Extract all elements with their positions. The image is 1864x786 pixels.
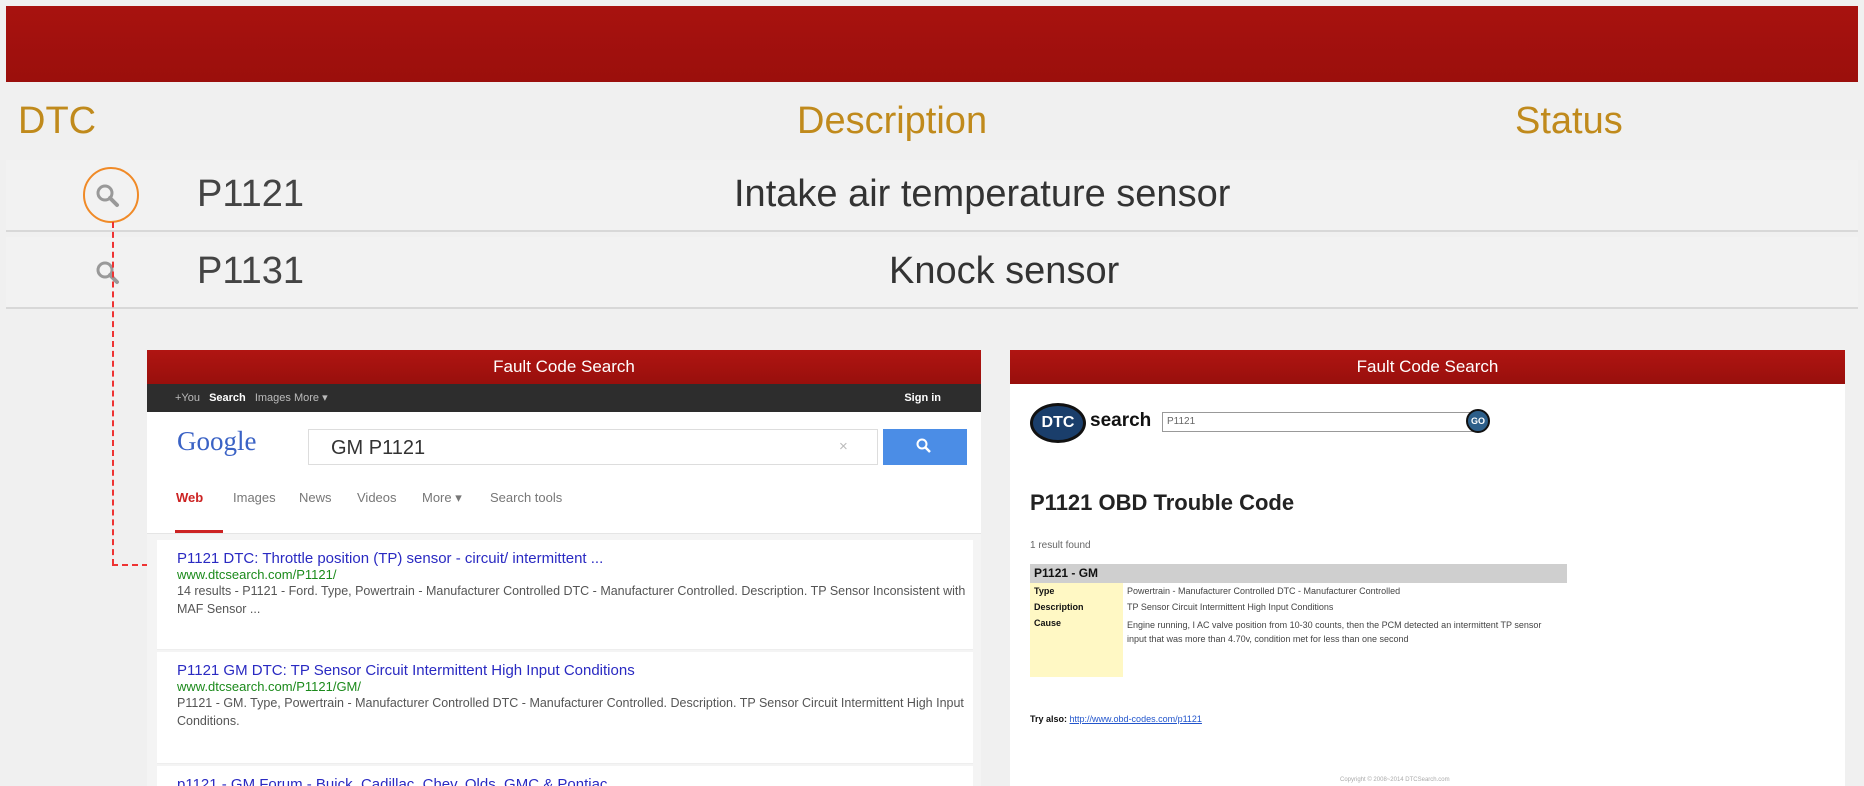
result-url: www.dtcsearch.com/P1121/ — [177, 567, 337, 582]
google-search-input[interactable]: GM P1121 × — [308, 429, 878, 465]
dtc-record-table: P1121 - GM Type Powertrain - Manufacture… — [1030, 564, 1567, 677]
google-top-bar: +You Search Images More ▾ Sign in — [147, 384, 981, 412]
try-also-label: Try also: — [1030, 714, 1068, 724]
column-header-status: Status — [1515, 100, 1623, 142]
panel-title: Fault Code Search — [147, 350, 981, 384]
tab-news[interactable]: News — [299, 490, 332, 505]
google-search-panel: Fault Code Search +You Search Images Mor… — [147, 350, 981, 786]
search-link[interactable]: Search — [209, 392, 246, 404]
field-label: Type — [1030, 583, 1123, 599]
sign-in-link[interactable]: Sign in — [904, 384, 941, 412]
dtc-search-panel: Fault Code Search DTC search P1121 GO P1… — [1010, 350, 1845, 786]
go-button[interactable]: GO — [1466, 409, 1490, 433]
try-also-link[interactable]: http://www.obd-codes.com/p1121 — [1070, 714, 1202, 724]
tab-videos[interactable]: Videos — [357, 490, 397, 505]
result-title[interactable]: P1121 DTC: Throttle position (TP) sensor… — [177, 550, 973, 567]
column-header-dtc: DTC — [18, 100, 97, 142]
field-value: TP Sensor Circuit Intermittent High Inpu… — [1127, 602, 1334, 612]
tab-web[interactable]: Web — [176, 490, 203, 505]
images-link[interactable]: Images — [255, 392, 291, 404]
more-link[interactable]: More ▾ — [294, 392, 328, 404]
search-result[interactable]: P1121 GM DTC: TP Sensor Circuit Intermit… — [157, 652, 973, 764]
try-also: Try also: http://www.obd-codes.com/p1121 — [1030, 714, 1202, 724]
result-snippet: 14 results - P1121 - Ford. Type, Powertr… — [177, 584, 966, 616]
field-label: Cause — [1030, 615, 1123, 677]
search-query: GM P1121 — [331, 437, 426, 459]
tab-search-tools[interactable]: Search tools — [490, 490, 562, 505]
dtc-row-p1131[interactable]: P1131 Knock sensor — [6, 237, 1858, 309]
google-search-button[interactable] — [883, 429, 967, 465]
clear-icon[interactable]: × — [839, 438, 848, 455]
dtc-code: P1121 — [197, 173, 305, 215]
dtc-code: P1131 — [197, 250, 305, 292]
search-result[interactable]: P1121 DTC: Throttle position (TP) sensor… — [157, 540, 973, 650]
google-search-area: Google GM P1121 × — [147, 412, 981, 474]
search-icon — [916, 438, 931, 453]
highlight-circle — [83, 167, 139, 223]
record-header: P1121 - GM — [1030, 564, 1567, 583]
plus-you-link[interactable]: +You — [175, 392, 200, 404]
page-title: P1121 OBD Trouble Code — [1030, 490, 1295, 515]
search-result[interactable]: p1121 - GM Forum - Buick, Cadillac, Chev… — [157, 766, 973, 786]
app-root: DTC Description Status P1121 Intake air … — [0, 0, 1864, 786]
result-url: www.dtcsearch.com/P1121/GM/ — [177, 679, 361, 694]
tab-images[interactable]: Images — [233, 490, 276, 505]
dtc-logo: DTC — [1030, 403, 1086, 443]
google-tabs: Web Images News Videos More ▾ Search too… — [147, 474, 981, 534]
panel-title: Fault Code Search — [1010, 350, 1845, 384]
dtc-logo-text: DTC — [1041, 414, 1075, 431]
tab-more[interactable]: More ▾ — [422, 490, 462, 506]
copyright: Copyright © 2008~2014 DTCSearch.com — [1340, 777, 1450, 783]
dtc-row-p1121[interactable]: P1121 Intake air temperature sensor — [6, 160, 1858, 232]
field-value: Powertrain - Manufacturer Controlled DTC… — [1127, 586, 1401, 596]
dtc-description: Intake air temperature sensor — [734, 173, 1231, 215]
callout-line — [112, 564, 148, 566]
result-snippet: P1121 - GM. Type, Powertrain - Manufactu… — [177, 696, 964, 728]
field-value: Engine running, I AC valve position from… — [1127, 620, 1542, 644]
search-icon[interactable] — [94, 259, 122, 287]
dtc-description: Knock sensor — [889, 250, 1120, 292]
field-label: Description — [1030, 599, 1123, 615]
result-title[interactable]: p1121 - GM Forum - Buick, Cadillac, Chev… — [177, 776, 973, 786]
callout-line — [112, 222, 114, 565]
app-header-bar — [6, 6, 1858, 82]
google-logo[interactable]: Google — [177, 426, 256, 457]
search-label: search — [1090, 410, 1152, 431]
active-tab-underline — [175, 530, 223, 533]
result-count: 1 result found — [1030, 540, 1091, 551]
result-title[interactable]: P1121 GM DTC: TP Sensor Circuit Intermit… — [177, 662, 973, 679]
column-header-description: Description — [797, 100, 988, 142]
dtc-search-input[interactable]: P1121 — [1162, 412, 1474, 432]
